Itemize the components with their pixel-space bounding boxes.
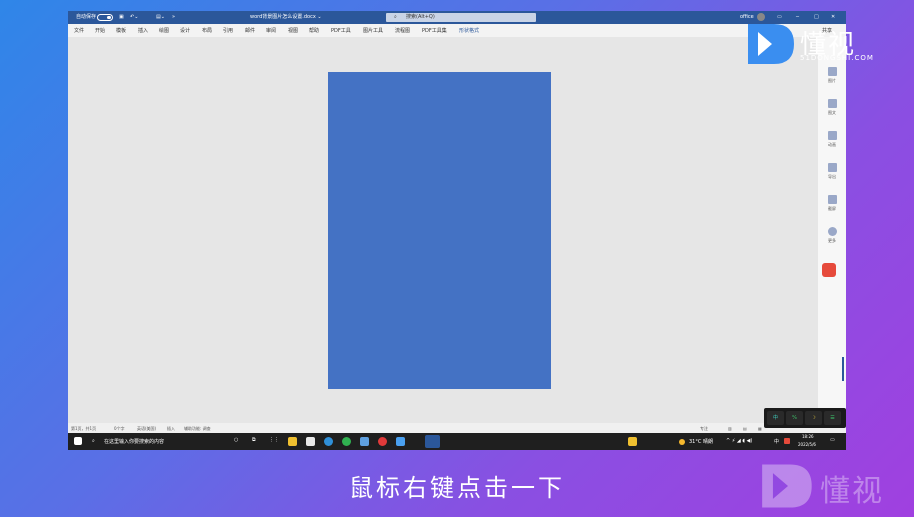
image-text-icon [827, 99, 837, 108]
watermark-text: 懂视 [820, 474, 884, 509]
screenshot-icon [827, 195, 837, 204]
wechat-icon[interactable] [342, 437, 351, 446]
clock-date: 2022/5/6 [798, 442, 816, 447]
search-icon: ⌕ [394, 14, 397, 20]
tab-home[interactable]: 开始 [95, 27, 105, 34]
windows-start-icon[interactable] [74, 437, 82, 445]
input-language[interactable]: 中 [774, 438, 779, 445]
tab-draw[interactable]: 绘图 [159, 27, 169, 34]
tab-insert[interactable]: 插入 [138, 27, 148, 34]
read-mode-icon[interactable]: ▥ [728, 426, 732, 431]
print-layout-icon[interactable]: ▤ [743, 426, 747, 431]
tab-design[interactable]: 设计 [180, 27, 190, 34]
document-canvas[interactable] [68, 37, 818, 423]
word-taskbar-icon[interactable] [425, 435, 440, 448]
weather-text[interactable]: 31°C 晴朗 [689, 438, 713, 445]
ribbon-tabs: 文件 开始 模板 插入 绘图 设计 布局 引用 邮件 审阅 视图 帮助 PDF工… [68, 24, 846, 37]
side-item-export[interactable]: 导出 [822, 163, 842, 180]
export-icon [827, 163, 837, 172]
customize-icon[interactable]: » [172, 14, 175, 21]
side-item-more[interactable]: 更多 [822, 227, 842, 244]
more-icon [827, 227, 837, 236]
app-tray-icon[interactable] [784, 438, 790, 444]
tab-file[interactable]: 文件 [74, 27, 84, 34]
animation-icon [827, 131, 837, 140]
word-window: 自动保存 ▣ ↶⌄ ▤⌄ » word背景图片怎么设置.docx ⌄ ⌕ 搜索(… [68, 11, 846, 450]
side-item-animation[interactable]: 动画 [822, 131, 842, 148]
task-view-icon[interactable]: ⧉ [252, 437, 256, 443]
tab-view[interactable]: 视图 [288, 27, 298, 34]
dongshi-logo-icon [748, 24, 794, 64]
word-count: 0个字 [114, 426, 125, 431]
tab-pdf-toolset[interactable]: PDF工具集 [422, 27, 447, 34]
document-page-blue-background[interactable] [328, 72, 551, 389]
clock-time: 18:26 [802, 434, 814, 439]
browser-icon[interactable] [396, 437, 405, 446]
floating-toolbar: 中 ⁰⁄₀ ☽ ☰ [764, 408, 846, 428]
red-envelope-icon[interactable] [822, 263, 836, 277]
restore-button[interactable]: □ [814, 14, 819, 21]
ribbon-display-icon[interactable]: ▭ [777, 14, 782, 21]
web-layout-icon[interactable]: ▦ [758, 426, 762, 431]
focus-mode[interactable]: 专注 [700, 426, 708, 432]
tab-layout[interactable]: 布局 [202, 27, 212, 34]
side-item-screenshot[interactable]: 截屏 [822, 195, 842, 212]
watermark-logo-icon [762, 464, 812, 508]
app-icon[interactable] [306, 437, 315, 446]
insert-mode: 插入 [167, 426, 175, 431]
moon-button[interactable]: ☽ [805, 411, 822, 425]
image-icon [827, 67, 837, 76]
folder-tray-icon[interactable] [628, 437, 637, 446]
office-label: office [740, 14, 754, 20]
avatar[interactable] [757, 13, 765, 21]
scrollbar[interactable] [842, 357, 844, 381]
notification-icon[interactable]: ▭ [830, 437, 835, 443]
tab-flowchart[interactable]: 流程图 [395, 27, 410, 34]
taskbar-search[interactable]: 在这里输入你要搜索的内容 [104, 438, 164, 445]
chinese-input-button[interactable]: 中 [767, 411, 784, 425]
edge-icon[interactable] [324, 437, 333, 446]
search-icon: ⌕ [92, 438, 95, 444]
windows-taskbar: ⌕ 在这里输入你要搜索的内容 ○ ⧉ ⋮⋮ 31°C 晴朗 ^ ⚡ ◢ ◖ ◀)… [68, 433, 846, 450]
menu-button[interactable]: ☰ [824, 411, 841, 425]
side-panel: 图片 图文 动画 导出 截屏 更多 [818, 37, 846, 423]
tray-icons[interactable]: ^ ⚡ ◢ ◖ ◀) [726, 438, 752, 444]
tab-shape-format[interactable]: 形状格式 [459, 27, 479, 34]
apps-grid-icon[interactable]: ⋮⋮ [269, 437, 279, 443]
title-bar: 自动保存 ▣ ↶⌄ ▤⌄ » word背景图片怎么设置.docx ⌄ ⌕ 搜索(… [68, 11, 846, 24]
document-title: word背景图片怎么设置.docx ⌄ [250, 14, 322, 20]
autosave-toggle[interactable] [97, 14, 113, 21]
page-count: 第1页，共1页 [71, 426, 97, 431]
recorder-icon[interactable] [378, 437, 387, 446]
search-box[interactable]: ⌕ 搜索(Alt+Q) [386, 13, 536, 22]
side-item-image[interactable]: 图片 [822, 67, 842, 84]
status-bar: 第1页，共1页 0个字 英语(美国) 插入 辅助功能: 调查 专注 ▥ ▤ ▦ [68, 423, 846, 433]
logo-subtitle: 51DONGSHI.COM [800, 54, 874, 62]
quick-access-icon[interactable]: ▤⌄ [156, 14, 165, 21]
minimize-button[interactable]: ─ [796, 14, 799, 21]
tab-template[interactable]: 模板 [116, 27, 126, 34]
language: 英语(美国) [137, 426, 157, 431]
tab-references[interactable]: 引用 [223, 27, 233, 34]
search-placeholder: 搜索(Alt+Q) [406, 14, 435, 20]
undo-icon[interactable]: ↶⌄ [130, 14, 138, 21]
close-button[interactable]: ✕ [831, 14, 835, 21]
punctuation-button[interactable]: ⁰⁄₀ [786, 411, 803, 425]
notes-icon[interactable] [360, 437, 369, 446]
weather-icon [679, 439, 685, 445]
save-icon[interactable]: ▣ [119, 14, 124, 21]
side-item-imagetext[interactable]: 图文 [822, 99, 842, 116]
tab-help[interactable]: 帮助 [309, 27, 319, 34]
tab-review[interactable]: 审阅 [266, 27, 276, 34]
tab-pdf-tools[interactable]: PDF工具 [331, 27, 351, 34]
tab-picture-tools[interactable]: 图片工具 [363, 27, 383, 34]
cortana-icon[interactable]: ○ [234, 437, 238, 443]
tab-mailings[interactable]: 邮件 [245, 27, 255, 34]
autosave-label: 自动保存 [76, 14, 97, 20]
file-explorer-icon[interactable] [288, 437, 297, 446]
accessibility-status[interactable]: 辅助功能: 调查 [184, 426, 211, 432]
